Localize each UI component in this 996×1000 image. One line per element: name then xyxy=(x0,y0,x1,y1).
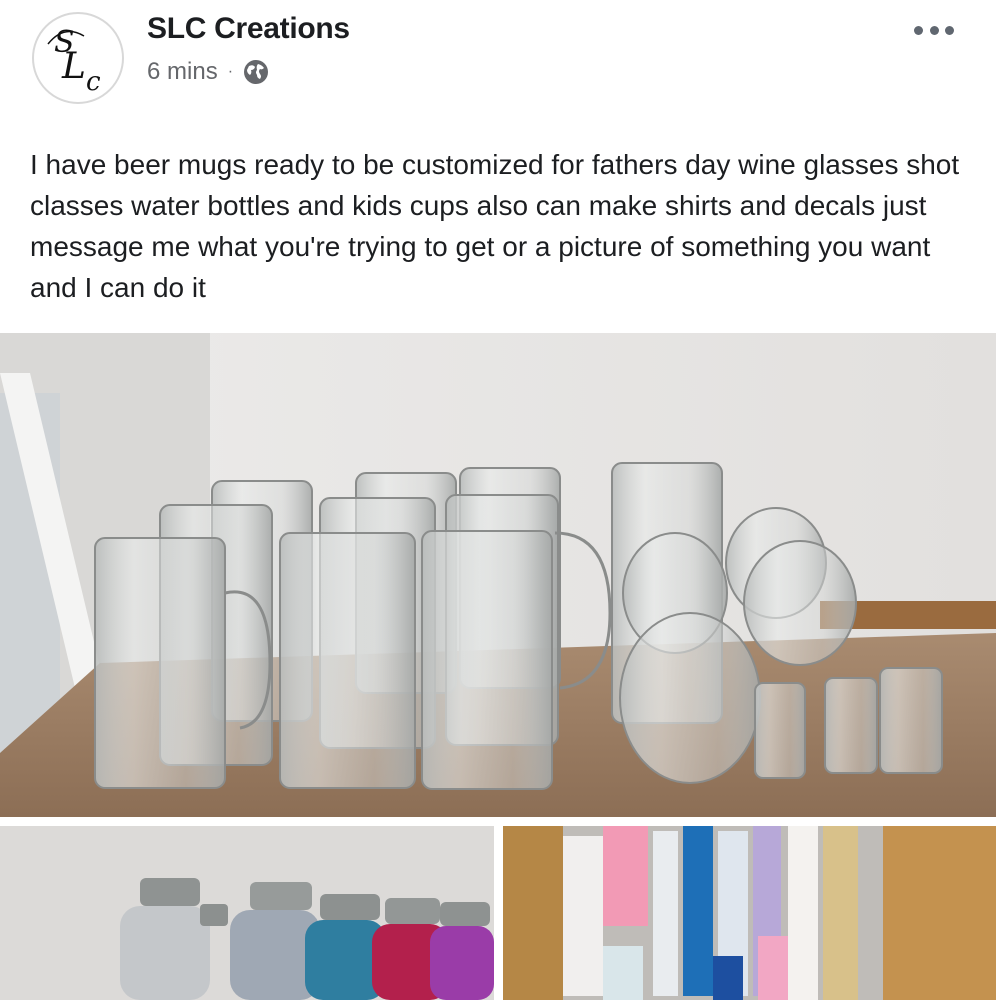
glassware-photo xyxy=(0,333,996,817)
more-options-icon[interactable] xyxy=(914,18,954,42)
svg-text:c: c xyxy=(86,67,101,97)
post-photo-glassware[interactable] xyxy=(0,333,996,817)
svg-text:L: L xyxy=(61,46,86,87)
post-text: I have beer mugs ready to be customized … xyxy=(30,149,960,303)
page-avatar[interactable]: S L c xyxy=(32,12,124,104)
water-bottles-photo xyxy=(0,826,494,1000)
post-photo-water-bottles[interactable] xyxy=(0,826,494,1000)
post-photo-vinyl-rolls[interactable] xyxy=(503,826,996,1000)
vinyl-rolls-photo xyxy=(503,826,996,1000)
more-dot xyxy=(929,25,939,35)
globe-icon xyxy=(244,60,269,84)
post-header: S L c SLC Creations 6 mins · xyxy=(0,0,996,120)
more-dot xyxy=(945,25,954,35)
post-meta: 6 mins · xyxy=(147,58,269,86)
post-time[interactable]: 6 mins xyxy=(147,58,218,86)
meta-separator: · xyxy=(227,63,234,80)
slc-monogram-logo: S L c xyxy=(47,25,101,97)
more-dot xyxy=(914,25,923,35)
page-name[interactable]: SLC Creations xyxy=(147,12,350,46)
